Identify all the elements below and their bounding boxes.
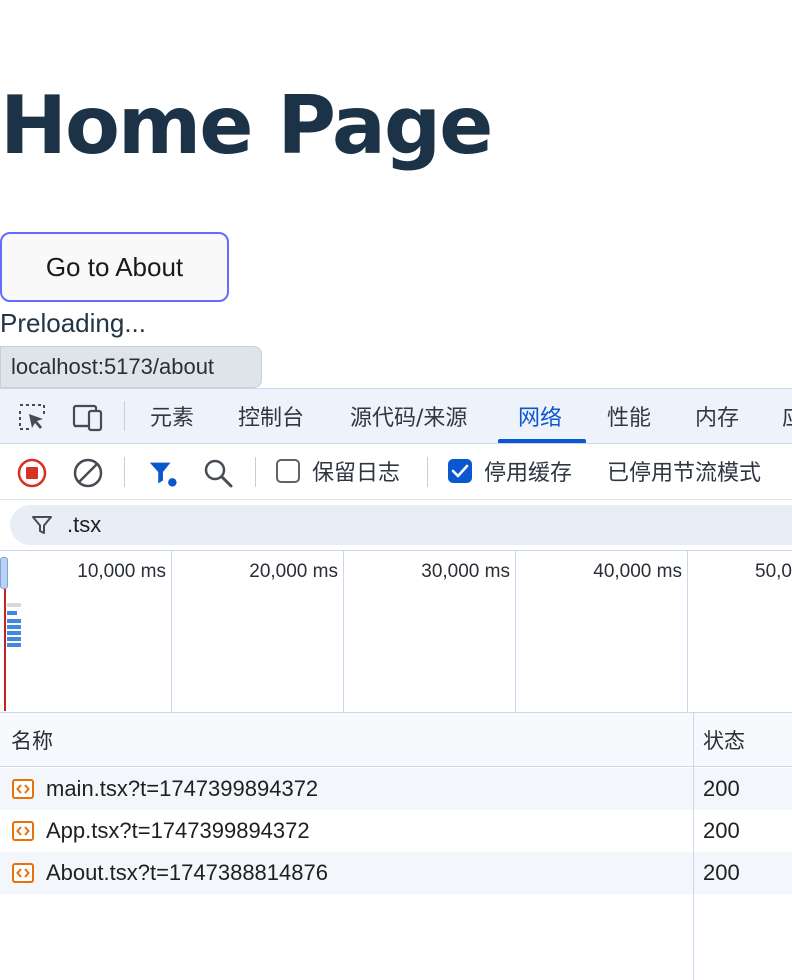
request-name: About.tsx?t=1747388814876 — [46, 860, 328, 885]
tab-application[interactable]: 应 — [782, 389, 792, 443]
timeline-range-handle[interactable] — [0, 557, 8, 589]
script-file-icon — [12, 821, 34, 841]
timeline-tick-label: 20,000 ms — [249, 561, 338, 582]
timeline-tick-label: 30,000 ms — [421, 561, 510, 582]
table-row[interactable]: About.tsx?t=1747388814876 200 — [0, 852, 792, 894]
network-toolbar: 保留日志 停用缓存 已停用节流模式 — [0, 444, 792, 500]
tab-elements[interactable]: 元素 — [150, 389, 194, 443]
column-header-name[interactable]: 名称 — [11, 713, 53, 767]
timeline-request-bar — [7, 637, 21, 641]
checkmark-icon — [451, 464, 469, 478]
network-requests-table: 名称 状态 main.tsx?t=1747399894372 200 App.t… — [0, 713, 792, 980]
active-tab-indicator — [498, 439, 586, 443]
timeline-request-bar — [7, 603, 21, 607]
tab-memory[interactable]: 内存 — [695, 389, 739, 443]
device-toolbar-icon[interactable] — [72, 401, 104, 433]
timeline-tick-label: 10,000 ms — [77, 561, 166, 582]
request-status: 200 — [703, 776, 740, 801]
filter-icon — [32, 516, 52, 534]
disable-cache-label[interactable]: 停用缓存 — [484, 456, 572, 486]
link-preview-url: localhost:5173/about — [11, 354, 215, 379]
devtools-tab-bar: 元素 控制台 源代码/来源 网络 性能 内存 应 — [0, 388, 792, 444]
preserve-log-label[interactable]: 保留日志 — [312, 456, 400, 486]
request-status: 200 — [703, 818, 740, 843]
network-filter-input[interactable]: .tsx — [10, 505, 792, 545]
preserve-log-checkbox[interactable] — [276, 459, 300, 483]
tab-console[interactable]: 控制台 — [238, 389, 304, 443]
timeline-request-bar — [7, 611, 17, 615]
toolbar-divider — [255, 457, 256, 487]
page-title: Home Page — [0, 79, 493, 172]
timeline-request-bar — [7, 631, 21, 635]
preloading-status: Preloading... — [0, 308, 146, 338]
tab-sources[interactable]: 源代码/来源 — [350, 389, 467, 443]
tab-performance[interactable]: 性能 — [607, 389, 651, 443]
timeline-gridline — [687, 551, 688, 712]
table-row[interactable]: main.tsx?t=1747399894372 200 — [0, 768, 792, 810]
link-preview-tooltip: localhost:5173/about — [0, 346, 262, 388]
timeline-tick-label: 50,0 — [755, 561, 792, 582]
toolbar-divider — [427, 457, 428, 487]
timeline-gridline — [171, 551, 172, 712]
timeline-request-bar — [7, 619, 21, 623]
filter-toggle-icon[interactable] — [146, 457, 178, 489]
request-status: 200 — [703, 860, 740, 885]
filter-value: .tsx — [67, 512, 102, 537]
column-divider[interactable] — [693, 713, 694, 980]
timeline-request-bar — [7, 643, 21, 647]
stop-recording-icon[interactable] — [16, 457, 48, 489]
column-header-status[interactable]: 状态 — [703, 713, 745, 767]
element-picker-icon[interactable] — [16, 401, 48, 433]
request-name: App.tsx?t=1747399894372 — [46, 818, 310, 843]
timeline-load-marker — [4, 589, 6, 711]
script-file-icon — [12, 863, 34, 883]
network-overview-timeline[interactable]: 10,000 ms 20,000 ms 30,000 ms 40,000 ms … — [0, 550, 792, 713]
script-file-icon — [12, 779, 34, 799]
throttling-select[interactable]: 已停用节流模式 — [607, 456, 761, 486]
clear-icon[interactable] — [72, 457, 104, 489]
devtools-panel: 元素 控制台 源代码/来源 网络 性能 内存 应 — [0, 388, 792, 980]
table-header: 名称 状态 — [0, 713, 792, 767]
timeline-request-bar — [7, 625, 21, 629]
request-name: main.tsx?t=1747399894372 — [46, 776, 319, 801]
timeline-tick-label: 40,000 ms — [593, 561, 682, 582]
timeline-gridline — [515, 551, 516, 712]
timeline-gridline — [343, 551, 344, 712]
search-icon[interactable] — [202, 457, 234, 489]
tab-divider — [124, 401, 125, 431]
toolbar-divider — [124, 457, 125, 487]
tab-network[interactable]: 网络 — [518, 389, 562, 443]
table-row[interactable]: App.tsx?t=1747399894372 200 — [0, 810, 792, 852]
go-to-about-button[interactable]: Go to About — [0, 232, 229, 302]
disable-cache-checkbox[interactable] — [448, 459, 472, 483]
